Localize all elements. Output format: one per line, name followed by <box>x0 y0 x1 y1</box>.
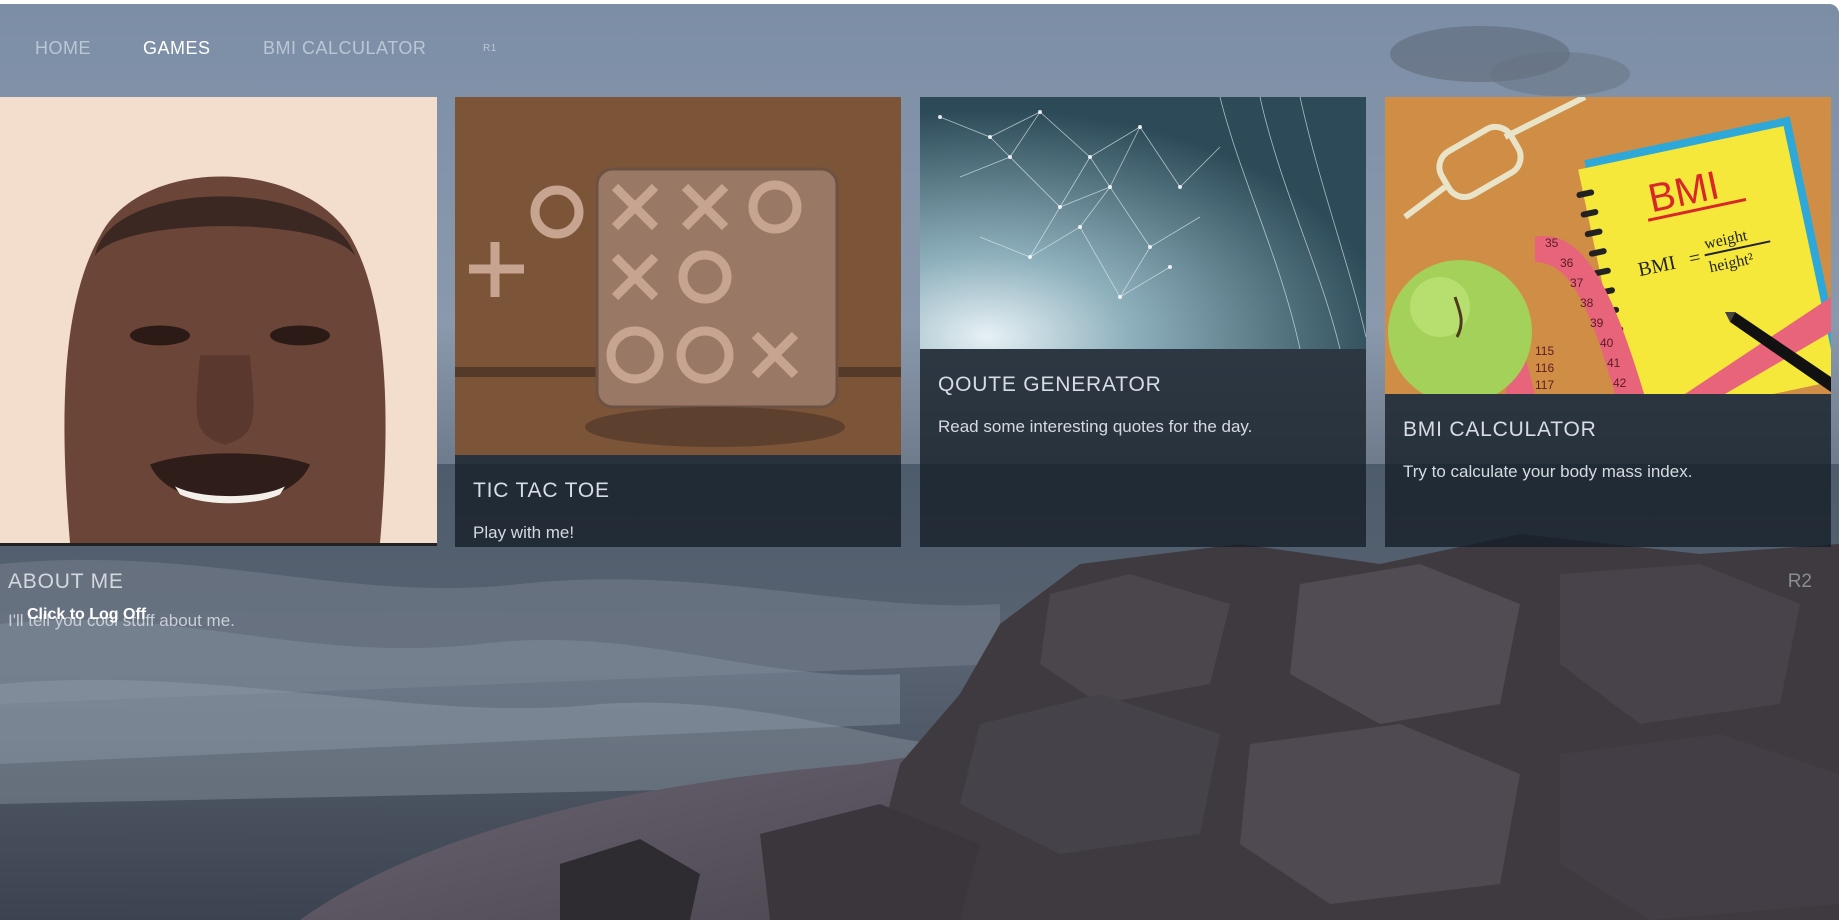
card-text: Try to calculate your body mass index. <box>1403 462 1693 481</box>
tape-number: 36 <box>1560 256 1574 270</box>
card-text: Play with me! <box>473 523 575 542</box>
tape-number: 41 <box>1607 356 1621 370</box>
nav-r1-label: R1 <box>483 43 497 54</box>
card-tic-tac-toe[interactable]: TIC TAC TOE Play with me! <box>455 97 901 547</box>
card-title: BMI CALCULATOR <box>1403 418 1597 441</box>
card-body: TIC TAC TOE Play with me! <box>473 479 887 543</box>
nav-bmi-calculator-link[interactable]: BMI CALCULATOR <box>263 38 426 59</box>
tape-number: 116 <box>1535 361 1554 375</box>
nav-games-link[interactable]: GAMES <box>143 38 211 59</box>
card-text: Read some interesting quotes for the day… <box>938 417 1253 436</box>
tape-number: 42 <box>1613 376 1627 390</box>
about-me-photo[interactable] <box>0 97 437 546</box>
nav-home-link[interactable]: HOME <box>35 38 91 59</box>
card-body: BMI CALCULATOR Try to calculate your bod… <box>1403 418 1817 482</box>
page: HOME GAMES BMI CALCULATOR R1 ABOUT ME I'… <box>0 4 1839 920</box>
card-title: TIC TAC TOE <box>473 479 610 502</box>
bmi-notepad-image: BMI BMI = weight height² 35 36 37 38 39 <box>1385 97 1831 394</box>
card-body: QOUTE GENERATOR Read some interesting qu… <box>938 373 1352 437</box>
tape-number: 38 <box>1580 296 1594 310</box>
card-title: QOUTE GENERATOR <box>938 373 1162 396</box>
card-bmi-calculator[interactable]: BMI BMI = weight height² 35 36 37 38 39 <box>1385 97 1831 547</box>
about-me-title: ABOUT ME <box>8 570 124 593</box>
top-navigation: HOME GAMES BMI CALCULATOR R1 <box>0 4 1839 96</box>
region-r2-label: R2 <box>1787 571 1812 592</box>
tape-number: 117 <box>1535 378 1554 392</box>
log-off-link[interactable]: Click to Log Off <box>27 606 146 624</box>
tape-number: 115 <box>1535 344 1554 358</box>
network-abstract-image <box>920 97 1366 349</box>
tape-number: 39 <box>1590 316 1604 330</box>
tape-number: 40 <box>1600 336 1614 350</box>
tic-tac-toe-image <box>455 97 901 455</box>
card-quote-generator[interactable]: QOUTE GENERATOR Read some interesting qu… <box>920 97 1366 547</box>
tape-number: 35 <box>1545 236 1559 250</box>
tape-number: 37 <box>1570 276 1584 290</box>
